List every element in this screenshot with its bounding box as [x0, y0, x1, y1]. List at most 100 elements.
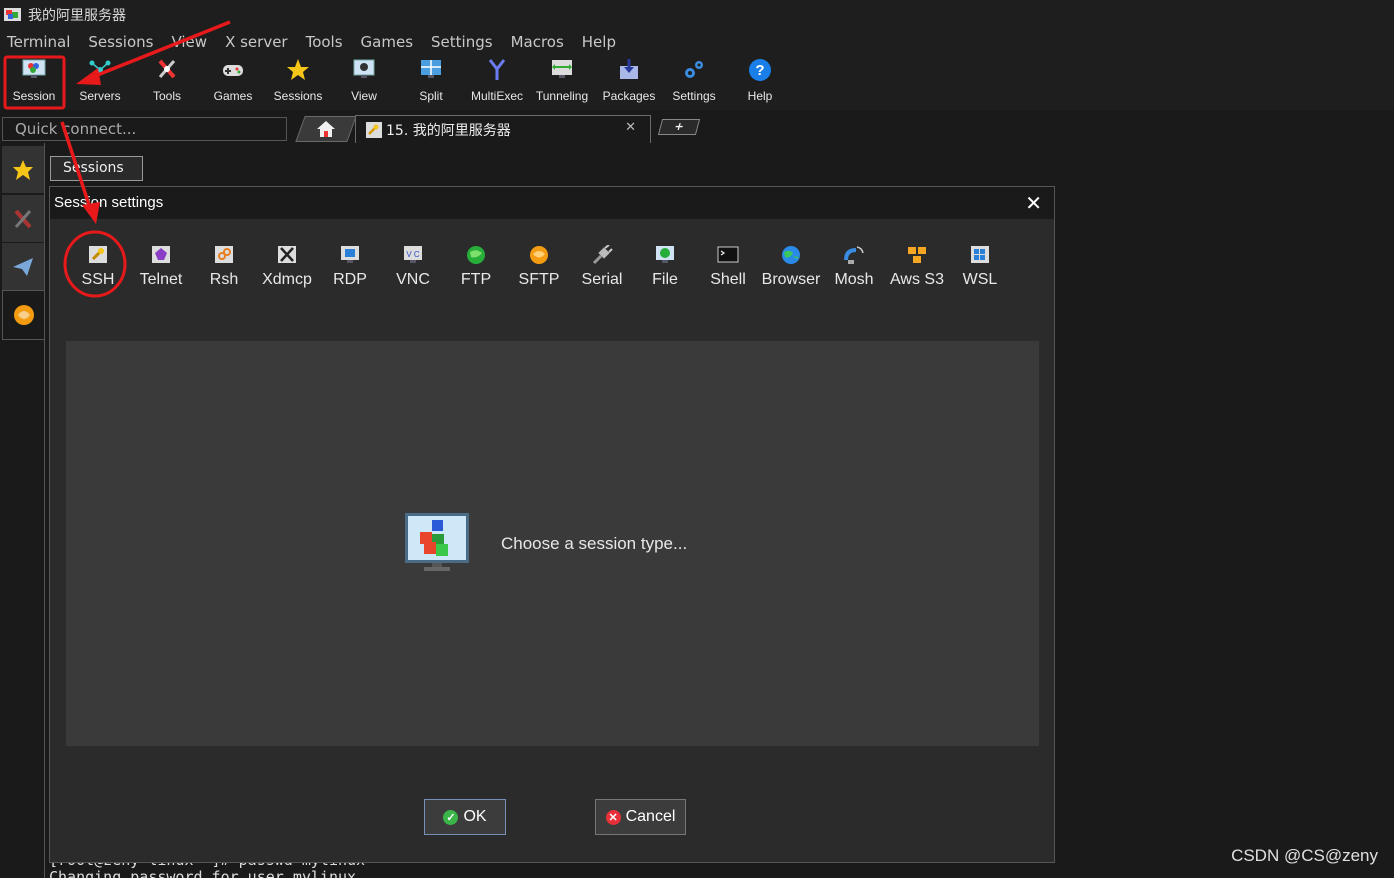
check-icon: ✓: [443, 809, 459, 825]
help-icon: ?: [747, 57, 773, 83]
cancel-button[interactable]: ✕ Cancel: [595, 799, 686, 835]
session-type-telnet[interactable]: Telnet: [131, 245, 191, 295]
sidebar-sftp-button[interactable]: [2, 290, 44, 340]
tunneling-icon: [549, 57, 575, 83]
shell-terminal-icon: [717, 245, 739, 265]
app-logo-icon: [3, 6, 23, 24]
split-icon: [418, 57, 444, 83]
menu-settings[interactable]: Settings: [422, 33, 502, 51]
gamepad-icon: [220, 57, 246, 83]
session-type-serial[interactable]: Serial: [572, 244, 632, 295]
session-content-panel: Choose a session type...: [66, 341, 1039, 746]
view-icon: [351, 57, 377, 83]
session-type-label: WSL: [962, 271, 998, 288]
telnet-icon: [150, 245, 172, 265]
terminal-line: Changing password for user mylinux.: [49, 868, 366, 878]
toolbar-games-button[interactable]: Games: [208, 54, 258, 108]
toolbar-sessions-button[interactable]: Sessions: [270, 54, 326, 108]
svg-text:V C: V C: [406, 250, 420, 259]
mobaxterm-window: 我的阿里服务器 Terminal Sessions View X server …: [0, 0, 1394, 878]
packages-icon: [616, 57, 642, 83]
toolbar-label: Split: [419, 89, 443, 103]
toolbar-split-button[interactable]: Split: [406, 54, 456, 108]
session-settings-dialog: Session settings ✕ SSH Telnet Rsh Xdmcp …: [49, 186, 1055, 863]
add-tab-button[interactable]: +: [657, 119, 701, 135]
rdp-icon: [339, 245, 361, 265]
sidebar-sessions-button[interactable]: [2, 146, 44, 194]
xdmcp-icon: [276, 245, 298, 265]
windows-icon: [969, 245, 991, 265]
ftp-globe-icon: [465, 245, 487, 265]
quick-connect-input[interactable]: Quick connect...: [2, 117, 287, 141]
rsh-icon: [213, 245, 235, 265]
browser-globe-icon: [780, 245, 802, 265]
session-type-vnc[interactable]: V C VNC: [383, 245, 443, 295]
session-type-file[interactable]: File: [635, 245, 695, 295]
session-type-label: Xdmcp: [262, 271, 312, 288]
session-type-rsh[interactable]: Rsh: [194, 245, 254, 295]
toolbar-label: Servers: [79, 89, 121, 103]
session-type-label: RDP: [333, 271, 367, 288]
serial-plug-icon: [591, 244, 613, 265]
toolbar-settings-button[interactable]: Settings: [667, 54, 721, 108]
session-tab-label: 15. 我的阿里服务器: [386, 123, 511, 139]
session-type-ftp[interactable]: FTP: [446, 245, 506, 295]
menu-view[interactable]: View: [162, 33, 216, 51]
menu-x-server[interactable]: X server: [216, 33, 297, 51]
sessions-panel-tab[interactable]: Sessions: [50, 156, 143, 181]
toolbar-label: Settings: [672, 89, 716, 103]
menu-tools[interactable]: Tools: [297, 33, 352, 51]
toolbar-tools-button[interactable]: Tools: [142, 54, 192, 108]
aws-s3-cubes-icon: [906, 245, 928, 265]
toolbar-view-button[interactable]: View: [339, 54, 389, 108]
main-toolbar: Session Servers Tools Games Sessions Vie…: [0, 54, 1394, 110]
star-icon: [13, 159, 33, 180]
session-type-browser[interactable]: Browser: [761, 245, 821, 295]
toolbar-label: Help: [747, 89, 773, 103]
multiexec-icon: [484, 57, 510, 83]
session-type-label: Mosh: [834, 271, 874, 288]
cancel-button-label: Cancel: [625, 808, 676, 825]
tools-icon: [154, 57, 180, 83]
session-type-shell[interactable]: Shell: [698, 245, 758, 295]
toolbar-session-button[interactable]: Session: [8, 54, 60, 108]
session-type-sftp[interactable]: SFTP: [509, 245, 569, 295]
session-type-aws-s3[interactable]: Aws S3: [887, 245, 947, 295]
home-icon: [317, 121, 335, 137]
session-type-label: Telnet: [139, 271, 183, 288]
menu-terminal[interactable]: Terminal: [0, 33, 79, 51]
ssh-key-icon: [366, 122, 382, 138]
menu-sessions[interactable]: Sessions: [79, 33, 162, 51]
window-title: 我的阿里服务器: [28, 8, 126, 24]
toolbar-servers-button[interactable]: Servers: [75, 54, 125, 108]
toolbar-label: MultiExec: [470, 89, 523, 103]
session-type-mosh[interactable]: Mosh: [824, 245, 884, 295]
session-type-xdmcp[interactable]: Xdmcp: [257, 245, 317, 295]
session-tab[interactable]: 15. 我的阿里服务器 ✕: [355, 115, 651, 143]
session-type-wsl[interactable]: WSL: [950, 245, 1010, 295]
sftp-icon: [13, 305, 34, 325]
close-icon[interactable]: ✕: [1025, 191, 1042, 215]
vnc-icon: V C: [402, 245, 424, 265]
sidebar-macros-button[interactable]: [2, 243, 44, 291]
dialog-title-bar: Session settings ✕: [50, 187, 1054, 219]
ok-button[interactable]: ✓ OK: [424, 799, 506, 835]
toolbar-tunneling-button[interactable]: Tunneling: [532, 54, 592, 108]
title-bar: 我的阿里服务器: [0, 0, 1394, 30]
menu-macros[interactable]: Macros: [502, 33, 573, 51]
choose-session-type-text: Choose a session type...: [501, 534, 688, 553]
toolbar-multiexec-button[interactable]: MultiExec: [468, 54, 526, 108]
toolbar-packages-button[interactable]: Packages: [600, 54, 658, 108]
toolbar-help-button[interactable]: ? Help: [735, 54, 785, 108]
session-type-rdp[interactable]: RDP: [320, 245, 380, 295]
close-icon[interactable]: ✕: [625, 120, 636, 135]
session-type-label: Rsh: [209, 271, 239, 288]
menu-games[interactable]: Games: [352, 33, 422, 51]
menu-bar: Terminal Sessions View X server Tools Ga…: [0, 30, 1394, 54]
sidebar-tools-button[interactable]: [2, 195, 44, 243]
session-type-ssh[interactable]: SSH: [68, 245, 128, 295]
ok-button-label: OK: [463, 808, 487, 825]
toolbar-label: View: [351, 89, 377, 103]
menu-help[interactable]: Help: [573, 33, 625, 51]
toolbar-label: Session: [12, 89, 56, 103]
